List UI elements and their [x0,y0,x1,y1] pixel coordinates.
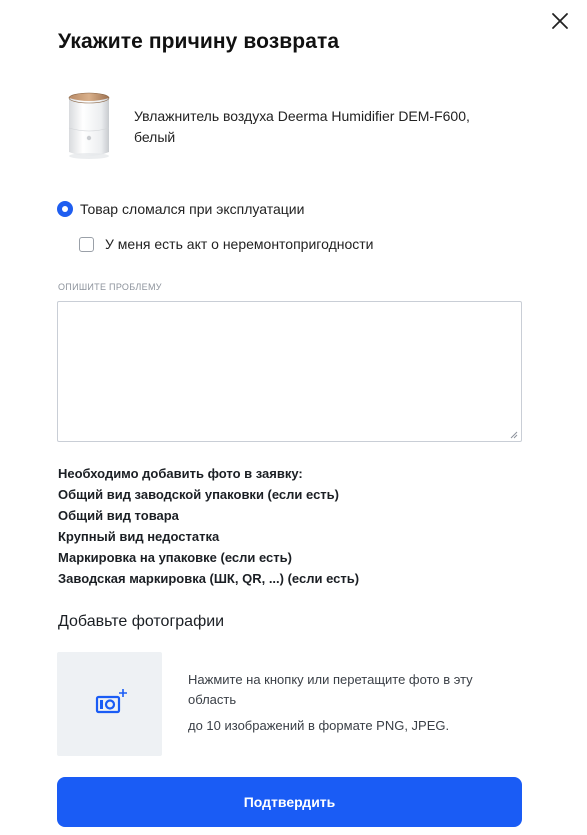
upload-limit: до 10 изображений в формате PNG, JPEG. [188,718,450,733]
add-photo-icon [95,689,127,714]
requirement-item: Крупный вид недостатка [58,529,220,544]
certificate-label: У меня есть акт о неремонтопригодности [105,236,374,252]
problem-textarea[interactable] [57,301,522,442]
requirement-item: Общий вид заводской упаковки (если есть) [58,487,339,502]
product-name: Увлажнитель воздуха Deerma Humidifier DE… [134,108,470,145]
photo-upload-button[interactable] [57,652,162,756]
requirement-item: Заводская маркировка (ШК, QR, ...) (если… [58,571,360,586]
requirement-item: Маркировка на упаковке (если есть) [58,550,292,565]
checkbox-icon[interactable] [79,236,94,252]
radio-selected-icon[interactable] [57,201,73,217]
product-card: Увлажнитель воздуха Deerma Humidifier DE… [58,88,504,162]
requirements-heading: Необходимо добавить фото в заявку: [58,466,303,481]
reason-radio-broken[interactable]: Товар сломался при эксплуатации [57,201,304,217]
certificate-checkbox[interactable]: У меня есть акт о неремонтопригодности [79,236,373,252]
close-icon[interactable] [548,9,572,33]
problem-field-label: ОПИШИТЕ ПРОБЛЕМУ [58,282,162,292]
dialog-title: Укажите причину возврата [58,30,340,53]
photo-requirements: Необходимо добавить фото в заявку: Общий… [58,463,359,589]
requirement-item: Общий вид товара [58,508,179,523]
photos-title: Добавьте фотографии [58,613,225,630]
product-image [68,92,110,159]
upload-hint: Нажмите на кнопку или перетащите фото в … [188,672,473,707]
reason-label: Товар сломался при эксплуатации [80,201,305,217]
submit-button[interactable]: Подтвердить [57,777,522,827]
